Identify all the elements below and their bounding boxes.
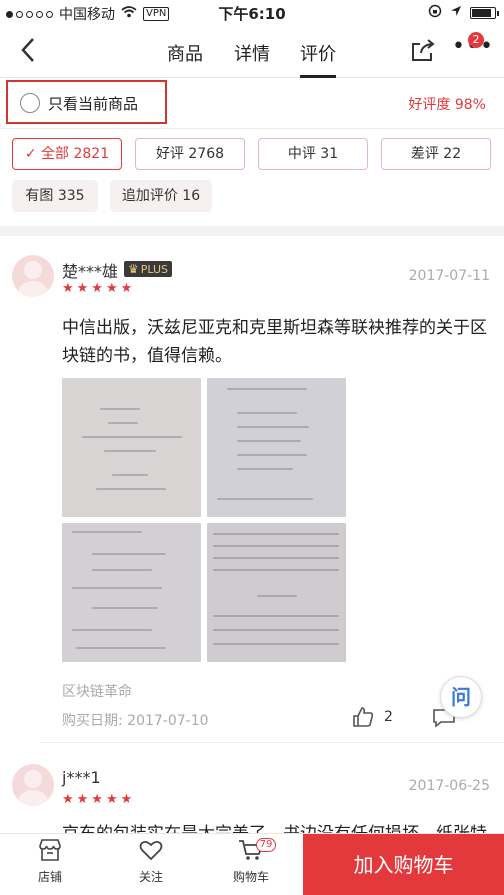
good-rate: 好评度 98% <box>408 97 486 113</box>
follow-label: 关注 <box>138 870 163 884</box>
purchase-date: 购买日期: 2017-07-10 <box>62 713 209 729</box>
tab-product[interactable]: 商品 <box>167 40 203 66</box>
store-label: 店铺 <box>37 870 62 884</box>
battery-icon <box>470 7 499 19</box>
thumbs-up-icon <box>353 707 374 727</box>
tab-reviews[interactable]: 评价 <box>300 40 336 78</box>
review-photo[interactable] <box>62 523 201 662</box>
review-photo[interactable] <box>207 523 346 662</box>
ask-button[interactable]: 问 <box>440 676 482 718</box>
divider <box>0 128 504 129</box>
heart-icon <box>111 838 191 868</box>
like-button[interactable]: 2 <box>352 706 393 728</box>
reviewer-name: j***1 <box>62 768 101 787</box>
back-button[interactable] <box>20 36 36 69</box>
location-icon <box>450 5 462 21</box>
rotation-lock-icon <box>428 4 442 22</box>
review-photo[interactable] <box>207 378 346 517</box>
filter-chip-bad[interactable]: 差评 22 <box>381 138 491 170</box>
crown-icon: ♛ <box>128 262 139 276</box>
filter-chip-all[interactable]: ✓ 全部 2821 <box>12 138 122 170</box>
review-photo[interactable] <box>62 378 201 517</box>
avatar[interactable] <box>12 255 54 297</box>
bottom-bar: 店铺 关注 购物车 79 加入购物车 <box>0 833 504 895</box>
only-current-label: 只看当前商品 <box>48 95 139 113</box>
chevron-left-icon <box>21 38 34 62</box>
tab-detail[interactable]: 详情 <box>234 40 270 66</box>
review-page: 中国移动 VPN 下午6:10 商品 详情 评价 ••• 2 <box>0 0 504 895</box>
divider <box>40 742 504 743</box>
cart-label: 购物车 <box>232 870 269 884</box>
filter-chip-followup[interactable]: 追加评价 16 <box>110 180 212 212</box>
notification-badge: 2 <box>468 32 484 48</box>
store-button[interactable]: 店铺 <box>10 838 90 885</box>
review-date: 2017-07-11 <box>408 268 490 284</box>
reviewer-name: 楚***雄 <box>62 262 119 281</box>
status-bar: 中国移动 VPN 下午6:10 <box>0 0 504 24</box>
share-icon <box>412 39 435 61</box>
section-gap <box>0 226 504 236</box>
store-icon <box>10 838 90 868</box>
like-count: 2 <box>384 709 393 725</box>
filter-chip-neutral[interactable]: 中评 31 <box>258 138 368 170</box>
filter-chip-with-images[interactable]: 有图 335 <box>12 180 98 212</box>
plus-label: PLUS <box>140 262 169 276</box>
avatar[interactable] <box>12 764 54 806</box>
plus-badge: ♛ PLUS <box>124 261 173 277</box>
review-content: 中信出版，沃兹尼亚克和克里斯坦森等联袂推荐的关于区块链的书，值得信赖。 <box>62 318 487 366</box>
only-current-product-toggle[interactable]: 只看当前商品 <box>6 80 167 124</box>
radio-icon[interactable] <box>20 93 40 113</box>
follow-button[interactable]: 关注 <box>111 838 191 885</box>
share-button[interactable] <box>410 38 436 62</box>
rating-stars: ★★★★★ <box>62 792 136 807</box>
filter-chip-good[interactable]: 好评 2768 <box>135 138 245 170</box>
cart-icon <box>211 838 291 868</box>
status-icons <box>428 4 499 22</box>
cart-button[interactable]: 购物车 <box>211 838 291 885</box>
add-to-cart-button[interactable]: 加入购物车 <box>303 834 504 895</box>
rating-stars: ★★★★★ <box>62 281 136 296</box>
product-name: 区块链革命 <box>62 684 132 700</box>
top-nav: 商品 详情 评价 ••• 2 <box>0 24 504 78</box>
cart-count-badge: 79 <box>256 838 276 852</box>
review-date: 2017-06-25 <box>408 778 490 794</box>
